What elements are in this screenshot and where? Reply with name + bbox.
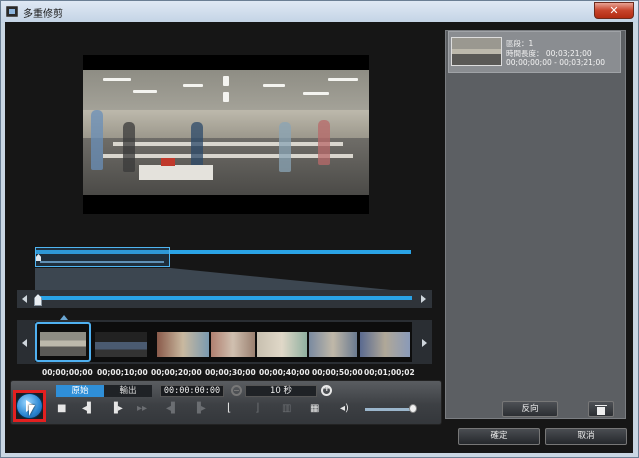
trash-icon-body: [597, 407, 605, 415]
close-button[interactable]: ✕: [594, 2, 634, 19]
mark-in-icon[interactable]: ⌊: [227, 402, 231, 413]
clip-thumbnail: [451, 37, 502, 66]
volume-slider[interactable]: [365, 408, 415, 411]
scroll-left-icon[interactable]: [22, 295, 27, 303]
go-to-end-icon[interactable]: ▐▸: [193, 404, 206, 414]
tab-output[interactable]: 輸出: [104, 385, 152, 397]
thumbnail-frame[interactable]: [360, 332, 410, 357]
volume-slider-handle[interactable]: [409, 404, 417, 413]
thumbnail-frame[interactable]: [309, 332, 357, 357]
timecode-label: 00;00;40;00: [259, 368, 310, 377]
position-track: [38, 296, 412, 300]
previous-frame-icon[interactable]: ◂▌: [82, 404, 95, 414]
timecode-label: 00;00;50;00: [312, 368, 363, 377]
window-title: 多重修剪: [23, 9, 63, 20]
video-preview: [83, 55, 369, 214]
mouse-cursor-icon: [29, 405, 35, 416]
zoom-out-icon[interactable]: [231, 385, 242, 396]
app-icon: [6, 6, 18, 17]
fast-forward-icon[interactable]: ▸▸: [137, 404, 147, 414]
thumbnail-frame[interactable]: [95, 332, 147, 357]
thumbnail-frame[interactable]: [211, 332, 255, 357]
cancel-button[interactable]: 取消: [545, 428, 627, 445]
timecode-label: 00;00;20;00: [151, 368, 202, 377]
volume-icon[interactable]: ◂): [340, 404, 349, 414]
scroll-right-icon[interactable]: [421, 295, 426, 303]
clip-range-label: 00;00;00;00 - 00;03;21;00: [506, 58, 605, 67]
selected-thumbnail[interactable]: [35, 322, 91, 362]
preview-frame-image: [83, 70, 369, 195]
reverse-button[interactable]: 反向: [502, 401, 558, 417]
title-bar: 多重修剪 ✕: [1, 1, 638, 23]
thumbnail-frame[interactable]: [257, 332, 307, 357]
thumbnail-frame[interactable]: [157, 332, 209, 357]
mark-out-icon[interactable]: ⌋: [255, 402, 259, 413]
thumbnail-strip: [35, 322, 412, 362]
trash-icon: [595, 405, 607, 406]
split-icon[interactable]: ▦: [310, 404, 319, 414]
zoom-in-icon[interactable]: [321, 384, 332, 396]
timecode-label: 00;00;00;00: [42, 368, 93, 377]
clip-list-panel: [445, 30, 626, 419]
go-to-start-icon[interactable]: ◂▌: [166, 404, 179, 414]
ok-button[interactable]: 確定: [458, 428, 540, 445]
zoom-level-field[interactable]: 10 秒: [245, 385, 317, 397]
cut-icon[interactable]: ▥: [282, 404, 291, 414]
thumbs-scroll-right-icon[interactable]: [422, 339, 427, 347]
tab-source[interactable]: 原始: [56, 385, 104, 397]
stop-icon[interactable]: ■: [57, 404, 66, 414]
next-frame-icon[interactable]: ▐▸: [110, 404, 123, 414]
timecode-field[interactable]: 00:00:00:00: [160, 385, 224, 397]
timecode-label: 00;01;00;02: [364, 368, 415, 377]
overview-range-window[interactable]: [35, 247, 170, 267]
thumbs-scroll-left-icon[interactable]: [22, 339, 27, 347]
timecode-label: 00;00;30;00: [205, 368, 256, 377]
timecode-label: 00;00;10;00: [97, 368, 148, 377]
